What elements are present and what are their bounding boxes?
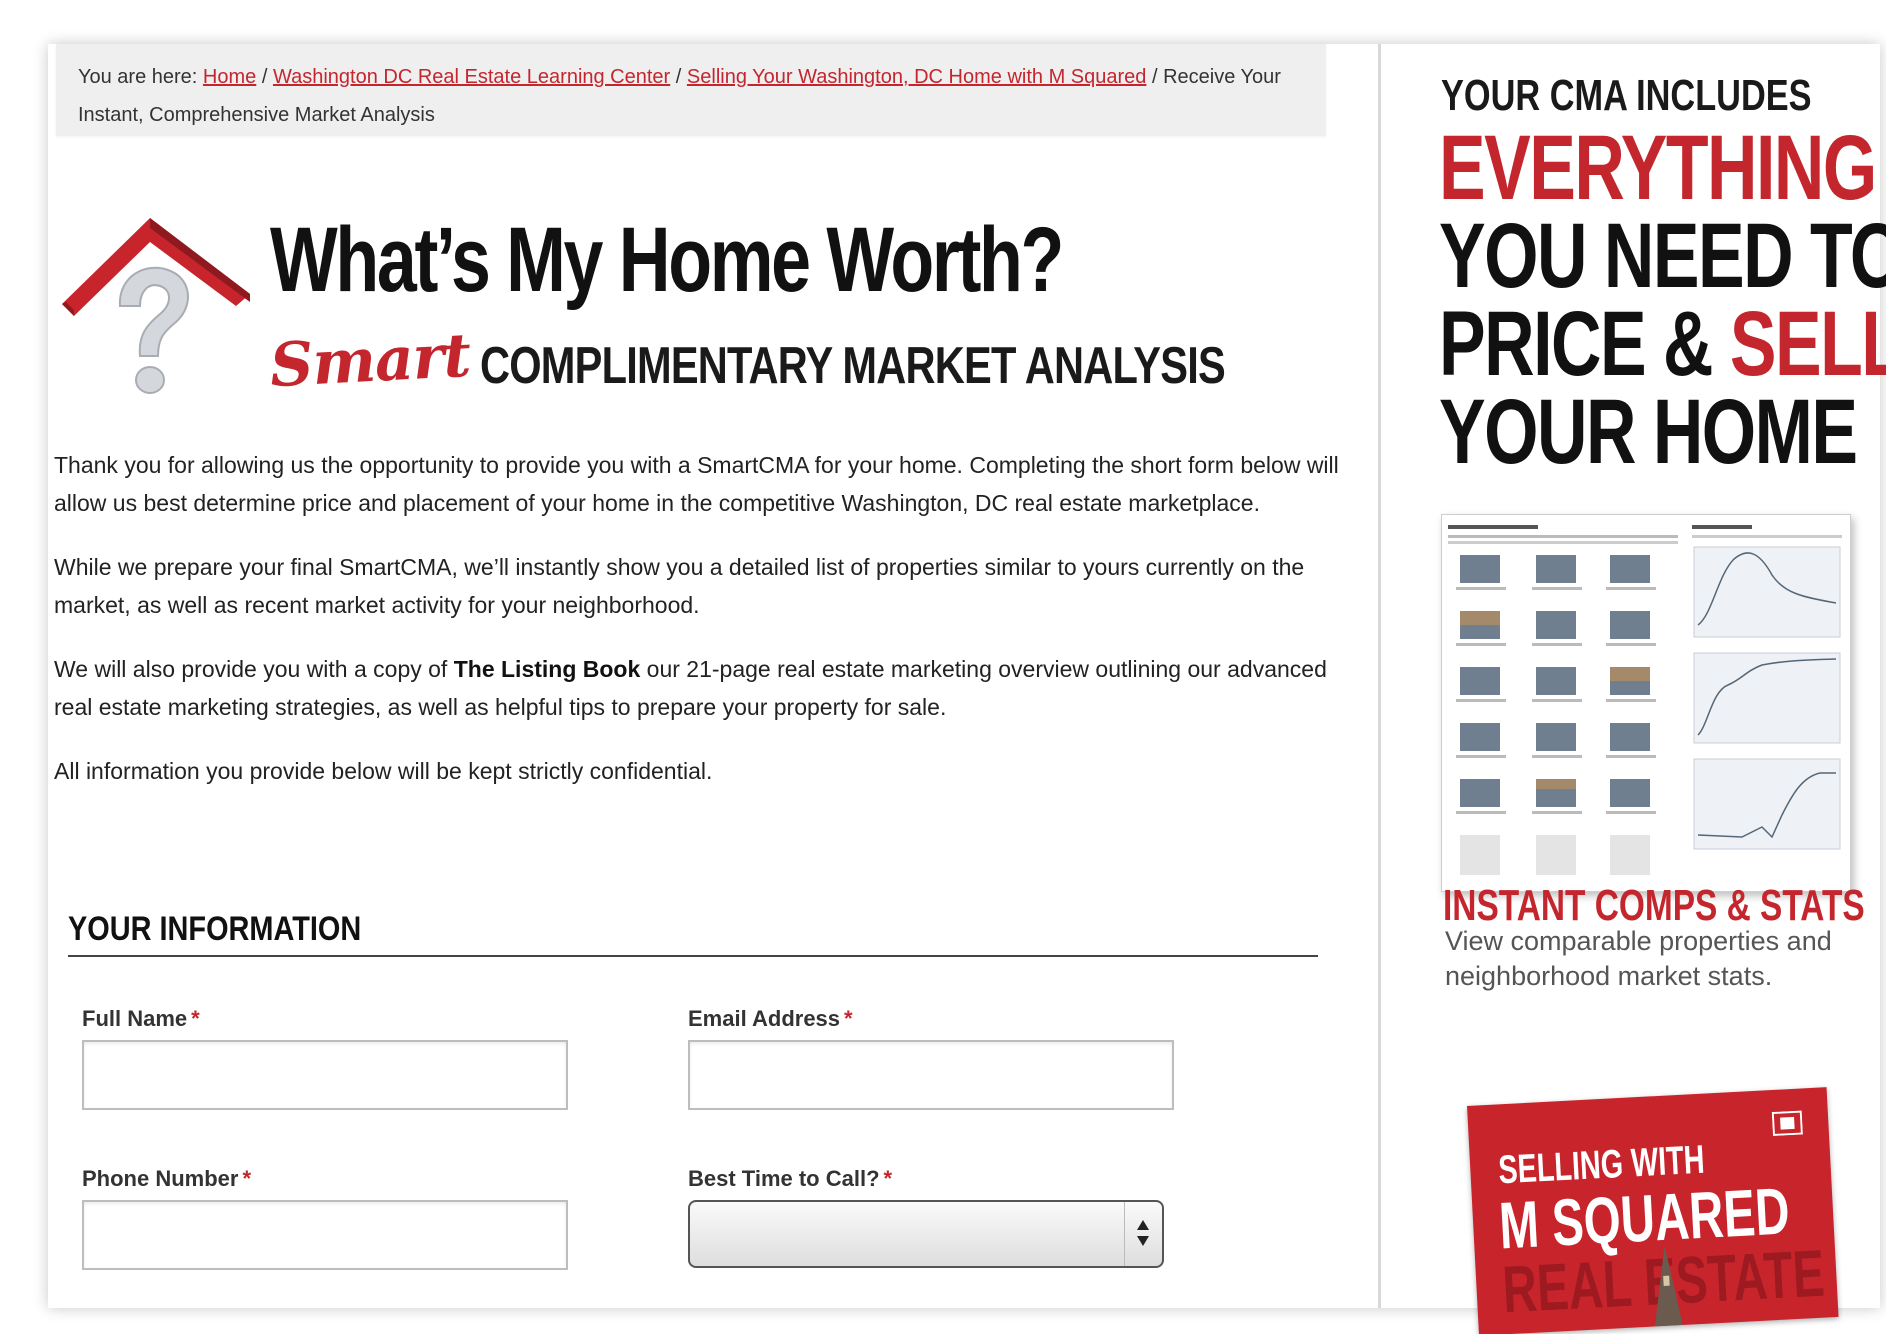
listing-book-name: The Listing Book [453, 656, 641, 682]
select-arrows-icon [1124, 1202, 1162, 1266]
headline-line: YOUR HOME [1439, 381, 1858, 483]
breadcrumb-prefix: You are here: [78, 66, 198, 88]
headline-line: YOU NEED TO [1439, 205, 1886, 307]
comps-description: View comparable properties and neighborh… [1445, 926, 1832, 991]
intro-paragraph: All information you provide below will b… [54, 758, 713, 784]
full-name-label-text: Full Name [82, 1006, 188, 1031]
phone-label: Phone Number * [82, 1166, 251, 1192]
sidebar: YOUR CMA INCLUDES EVERYTHING YOU NEED TO… [1381, 44, 1886, 1334]
breadcrumb-link-selling-home[interactable]: Selling Your Washington, DC Home with M … [687, 66, 1147, 88]
promo-banner[interactable]: SELLING WITH M SQUARED REAL ESTATE [1467, 1087, 1839, 1334]
headline-text: SELL [1729, 293, 1886, 395]
required-marker: * [191, 1006, 200, 1031]
breadcrumb-separator: / [261, 66, 268, 88]
headline-text: PRICE & [1439, 293, 1713, 395]
email-label-text: Email Address [688, 1006, 841, 1031]
house-question-icon [62, 218, 250, 394]
comps-title: INSTANT COMPS & STATS [1443, 881, 1865, 930]
full-name-input[interactable] [82, 1040, 568, 1110]
smart-script-label: Smart [268, 320, 472, 402]
page-title: What’s My Home Worth? [270, 209, 1064, 311]
required-marker: * [844, 1006, 853, 1031]
required-marker: * [242, 1166, 252, 1191]
m-squared-logo-icon [1771, 1110, 1803, 1137]
sidebar-headline: EVERYTHING YOU NEED TO PRICE & SELL YOUR… [1439, 117, 1886, 483]
required-marker: * [883, 1166, 893, 1191]
breadcrumb-link-learning-center[interactable]: Washington DC Real Estate Learning Cente… [273, 66, 670, 88]
headline-line: EVERYTHING [1439, 117, 1877, 219]
intro-paragraph: Thank you for allowing us the opportunit… [54, 452, 1339, 516]
breadcrumb-link-home[interactable]: Home [203, 66, 256, 88]
email-label: Email Address * [688, 1006, 853, 1032]
headline-line: PRICE & SELL [1439, 298, 1886, 390]
report-preview-image [1441, 514, 1851, 892]
intro-paragraph: While we prepare your final SmartCMA, we… [54, 554, 1305, 618]
phone-input[interactable] [82, 1200, 568, 1270]
subtitle-text: COMPLIMENTARY MARKET ANALYSIS [480, 337, 1226, 395]
intro-copy: Thank you for allowing us the opportunit… [54, 446, 1344, 816]
phone-label-text: Phone Number [82, 1166, 239, 1191]
page-subtitle: Smart COMPLIMENTARY MARKET ANALYSIS [268, 321, 1411, 401]
best-time-select[interactable] [688, 1200, 1164, 1268]
breadcrumb-separator: / [675, 66, 682, 88]
page-frame: You are here: Home / Washington DC Real … [48, 44, 1886, 1334]
sidebar-kicker: YOUR CMA INCLUDES [1441, 71, 1812, 120]
section-title: YOUR INFORMATION [68, 910, 1318, 957]
intro-paragraph: We will also provide you with a copy of … [54, 650, 1344, 726]
building-spire-icon [1654, 1245, 1683, 1327]
section-title-text: YOUR INFORMATION [68, 910, 362, 948]
best-time-label: Best Time to Call? * [688, 1166, 892, 1192]
intro-text: We will also provide you with a copy of [54, 656, 448, 682]
main-content: You are here: Home / Washington DC Real … [48, 44, 1378, 1308]
best-time-label-text: Best Time to Call? [688, 1166, 880, 1191]
full-name-label: Full Name * [82, 1006, 200, 1032]
email-input[interactable] [688, 1040, 1174, 1110]
breadcrumb: You are here: Home / Washington DC Real … [56, 44, 1326, 136]
breadcrumb-separator: / [1151, 66, 1158, 88]
